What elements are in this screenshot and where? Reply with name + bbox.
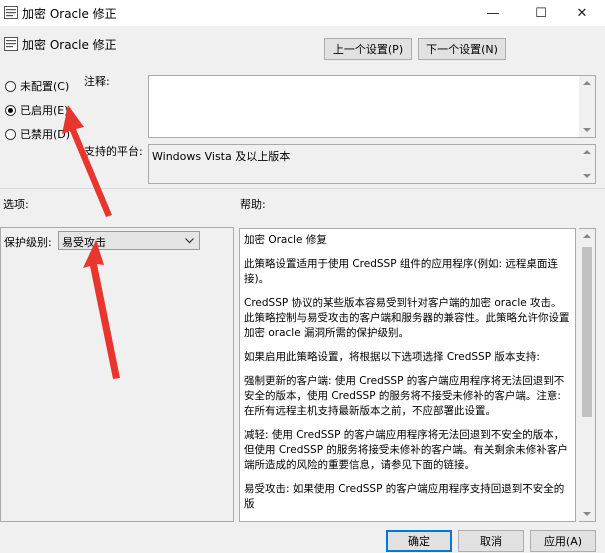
scroll-up-icon xyxy=(583,81,591,85)
supported-platforms-value: Windows Vista 及以上版本 xyxy=(152,150,291,163)
help-text-panel: 加密 Oracle 修复 此策略设置适用于使用 CredSSP 组件的应用程序(… xyxy=(239,228,576,522)
ok-button[interactable]: 确定 xyxy=(386,530,452,552)
radio-not-configured[interactable]: 未配置(C) xyxy=(5,78,69,94)
annotation-arrow-icon xyxy=(62,105,112,217)
protection-level-label: 保护级别: xyxy=(4,236,52,249)
minimize-button[interactable]: — xyxy=(470,0,516,26)
help-label: 帮助: xyxy=(240,198,266,211)
radio-circle-selected xyxy=(5,104,16,116)
divider xyxy=(0,188,605,189)
maximize-button[interactable]: ☐ xyxy=(518,0,564,26)
radio-label: 未配置(C) xyxy=(20,80,70,93)
scroll-down-icon xyxy=(583,512,591,516)
radio-circle xyxy=(5,128,16,140)
chevron-down-icon xyxy=(185,238,194,244)
help-scrollbar[interactable] xyxy=(579,228,596,522)
protection-level-value: 易受攻击 xyxy=(62,236,106,249)
cancel-button[interactable]: 取消 xyxy=(458,530,524,552)
next-setting-button[interactable]: 下一个设置(N) xyxy=(418,38,506,60)
title-bar: 加密 Oracle 修正 — ☐ ✕ xyxy=(0,0,605,26)
policy-icon xyxy=(4,6,18,19)
radio-circle xyxy=(5,80,16,92)
window-title: 加密 Oracle 修正 xyxy=(22,7,117,21)
comment-scrollbar[interactable] xyxy=(579,76,595,137)
help-paragraph: 强制更新的客户端: 使用 CredSSP 的客户端应用程序将无法回退到不安全的版… xyxy=(244,375,565,417)
options-label: 选项: xyxy=(3,198,29,211)
minimize-icon: — xyxy=(486,5,500,21)
prev-setting-button[interactable]: 上一个设置(P) xyxy=(324,38,412,60)
help-paragraph: 易受攻击: 如果使用 CredSSP 的客户端应用程序支持回退到不安全的版 xyxy=(244,483,565,510)
scroll-up-icon xyxy=(583,150,591,154)
supported-platforms-field: Windows Vista 及以上版本 xyxy=(148,144,596,184)
platforms-scrollbar[interactable] xyxy=(579,145,595,183)
maximize-icon: ☐ xyxy=(535,5,547,21)
radio-label: 已禁用(D) xyxy=(20,128,71,141)
radio-label: 已启用(E) xyxy=(20,104,69,117)
supported-platforms-label: 支持的平台: xyxy=(84,145,143,158)
close-button[interactable]: ✕ xyxy=(559,0,605,26)
comment-textarea[interactable] xyxy=(148,75,596,138)
policy-icon xyxy=(4,37,18,51)
help-paragraph: 减轻: 使用 CredSSP 的客户端应用程序将无法回退到不安全的版本，但使用 … xyxy=(244,429,568,471)
options-panel xyxy=(0,227,234,522)
scroll-down-icon xyxy=(583,174,591,178)
radio-disabled[interactable]: 已禁用(D) xyxy=(5,126,70,142)
apply-button[interactable]: 应用(A) xyxy=(530,530,596,552)
policy-name: 加密 Oracle 修正 xyxy=(22,38,117,52)
close-icon: ✕ xyxy=(576,5,588,21)
scroll-up-icon xyxy=(583,234,591,238)
protection-level-dropdown[interactable]: 易受攻击 xyxy=(58,231,200,250)
help-paragraph: 此策略设置适用于使用 CredSSP 组件的应用程序(例如: 远程桌面连接)。 xyxy=(244,258,558,285)
scroll-down-icon xyxy=(583,128,591,132)
help-paragraph: 加密 Oracle 修复 xyxy=(244,234,327,246)
help-paragraph: CredSSP 协议的某些版本容易受到针对客户端的加密 oracle 攻击。此策… xyxy=(244,297,570,339)
comment-label: 注释: xyxy=(84,75,110,88)
help-paragraph: 如果启用此策略设置，将根据以下选项选择 CredSSP 版本支持: xyxy=(244,351,540,363)
radio-enabled[interactable]: 已启用(E) xyxy=(5,102,69,118)
scroll-thumb[interactable] xyxy=(582,247,592,417)
